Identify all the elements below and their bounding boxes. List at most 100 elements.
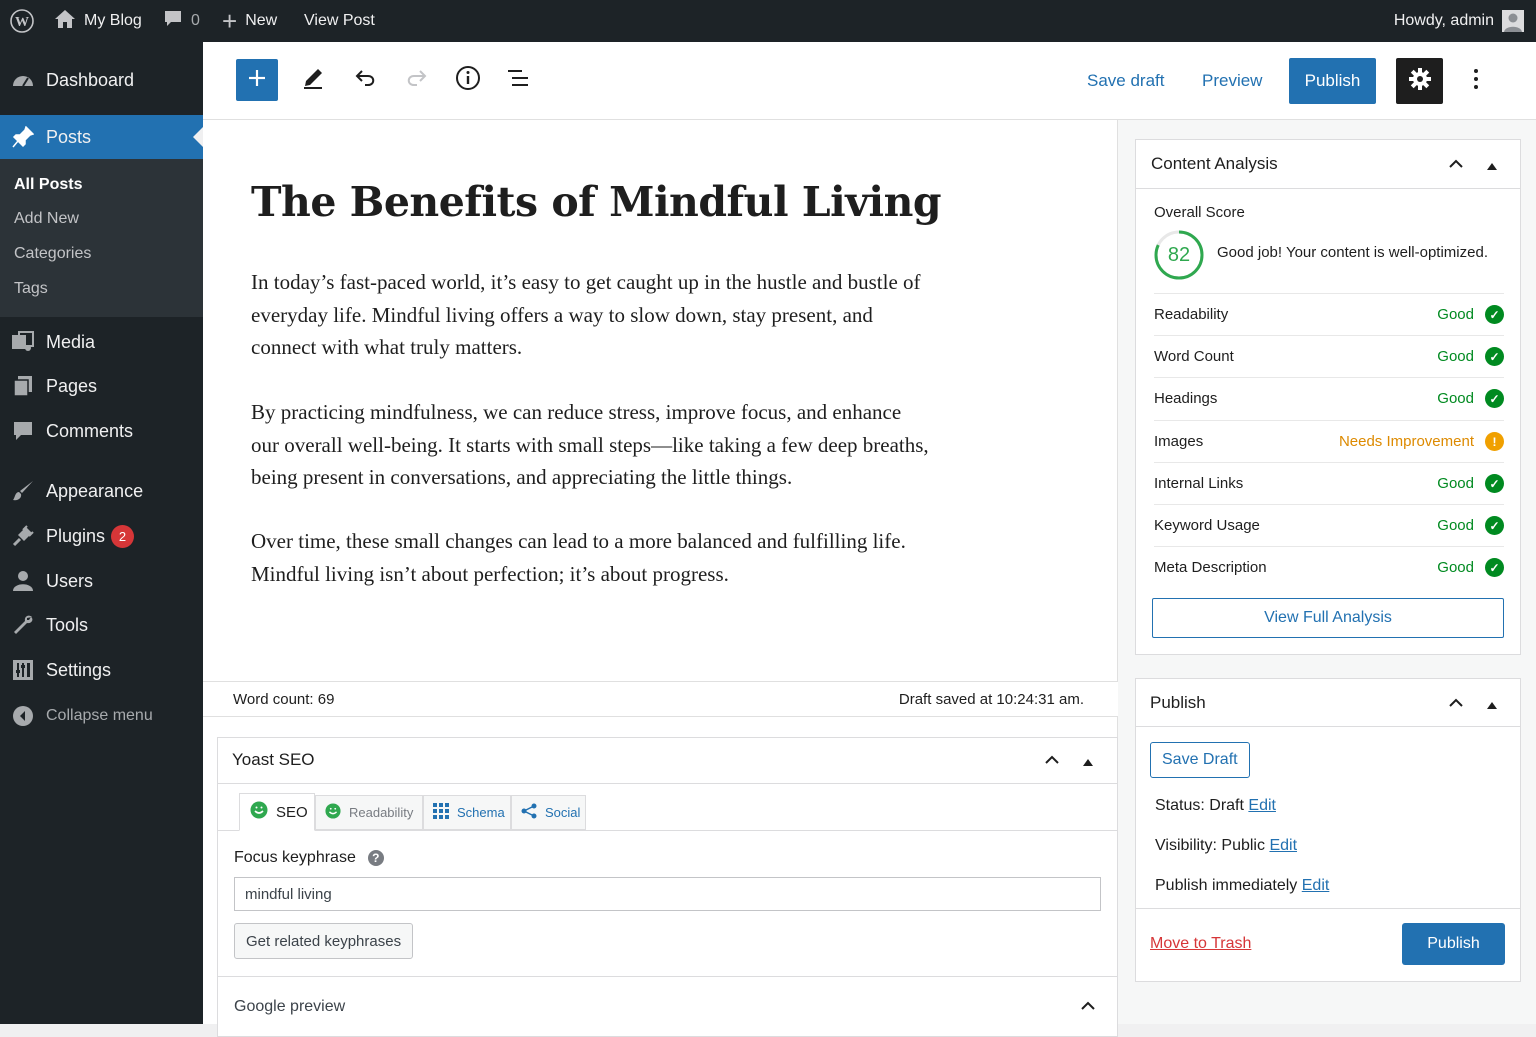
row-status: Good [1437, 475, 1474, 492]
yoast-title: Yoast SEO [232, 750, 315, 769]
save-draft-link[interactable]: Save draft [1087, 62, 1165, 100]
tab-social[interactable]: Social [511, 795, 586, 830]
redo-button[interactable] [399, 62, 435, 98]
row-status: Good [1437, 306, 1474, 323]
chevron-up-icon[interactable] [1044, 752, 1060, 773]
wordpress-logo-icon[interactable]: W [10, 0, 34, 42]
check-icon: ✓ [1485, 305, 1504, 324]
posts-submenu: All Posts Add New Categories Tags [0, 159, 203, 317]
chevron-up-icon[interactable] [1448, 695, 1464, 716]
content-analysis-header[interactable]: Content Analysis [1136, 140, 1520, 189]
post-title[interactable]: The Benefits of Mindful Living [251, 178, 942, 226]
content-analysis-title: Content Analysis [1151, 154, 1278, 173]
details-button[interactable] [450, 62, 486, 98]
chevron-up-icon[interactable] [1448, 156, 1464, 177]
submenu-all-posts[interactable]: All Posts [14, 176, 82, 194]
account-menu[interactable]: Howdy, admin [1394, 0, 1524, 42]
home-icon [54, 9, 76, 34]
list-view-icon [506, 66, 530, 95]
edit-visibility-link[interactable]: Edit [1269, 837, 1297, 854]
move-to-trash-link[interactable]: Move to Trash [1150, 935, 1251, 953]
paragraph-block[interactable]: In today’s fast-paced world, it’s easy t… [251, 266, 931, 364]
publish-panel-title: Publish [1150, 693, 1206, 712]
word-count: Word count: 69 [233, 691, 335, 708]
menu-tools[interactable]: Tools [0, 603, 203, 647]
menu-posts[interactable]: Posts [0, 115, 203, 159]
view-post-link[interactable]: View Post [304, 0, 375, 42]
editor-canvas: The Benefits of Mindful Living In today’… [203, 120, 1118, 1037]
block-inserter-button[interactable] [236, 59, 278, 101]
tab-seo[interactable]: SEO [239, 793, 315, 831]
move-up-icon[interactable] [1486, 697, 1498, 715]
paragraph-block[interactable]: Over time, these small changes can lead … [251, 525, 931, 590]
menu-label: Dashboard [46, 69, 135, 90]
visibility-value: Public [1221, 837, 1265, 854]
yoast-header[interactable]: Yoast SEO [218, 738, 1117, 784]
publish-button[interactable]: Publish [1289, 58, 1376, 104]
menu-plugins[interactable]: Plugins 2 [0, 514, 203, 558]
publish-panel-header[interactable]: Publish [1136, 679, 1520, 727]
publish-label: Publish [1155, 877, 1208, 894]
pencil-icon [301, 66, 325, 95]
focus-keyphrase-label: Focus keyphrase ? [234, 849, 384, 867]
plus-icon: + [222, 6, 238, 36]
list-view-button[interactable] [500, 62, 536, 98]
menu-comments[interactable]: Comments [0, 409, 203, 453]
row-status: Good [1437, 517, 1474, 534]
paragraph-block[interactable]: By practicing mindfulness, we can reduce… [251, 396, 931, 494]
comments-link[interactable]: 0 [163, 0, 200, 42]
admin-bar: W My Blog 0 + New View Post Howdy, admin [0, 0, 1536, 42]
score-message: Good job! Your content is well-optimized… [1217, 244, 1488, 261]
menu-label: Users [46, 570, 94, 591]
menu-settings[interactable]: Settings [0, 648, 203, 692]
publish-button-secondary[interactable]: Publish [1402, 923, 1505, 965]
view-full-analysis-button[interactable]: View Full Analysis [1152, 598, 1504, 638]
analysis-row: Keyword Usage Good ✓ [1154, 504, 1504, 546]
collapse-menu-button[interactable]: Collapse menu [0, 694, 203, 738]
save-draft-button[interactable]: Save Draft [1150, 742, 1250, 778]
google-preview-toggle[interactable]: Google preview [218, 977, 1117, 1037]
row-label: Headings [1154, 390, 1218, 407]
menu-pages[interactable]: Pages [0, 364, 203, 408]
pages-icon [11, 375, 35, 397]
submenu-tags[interactable]: Tags [14, 280, 48, 298]
menu-dashboard[interactable]: Dashboard [0, 58, 203, 102]
edit-schedule-link[interactable]: Edit [1302, 877, 1330, 894]
help-icon[interactable]: ? [367, 850, 384, 866]
menu-appearance[interactable]: Appearance [0, 469, 203, 513]
get-related-keyphrases-button[interactable]: Get related keyphrases [234, 923, 414, 959]
move-up-icon[interactable] [1486, 158, 1498, 176]
menu-users[interactable]: Users [0, 559, 203, 603]
row-label: Internal Links [1154, 475, 1244, 492]
undo-button[interactable] [347, 62, 383, 98]
focus-keyphrase-input[interactable] [234, 877, 1101, 911]
row-status: Good [1437, 348, 1474, 365]
settings-toggle-button[interactable] [1396, 58, 1443, 104]
editor-status-bar: Word count: 69 Draft saved at 10:24:31 a… [203, 681, 1118, 717]
tab-label: Readability [349, 805, 414, 820]
row-status: Good [1437, 559, 1474, 576]
tab-label: Social [545, 805, 581, 820]
menu-label: Appearance [46, 480, 144, 501]
tab-readability[interactable]: Readability [315, 795, 423, 830]
focus-keyphrase-text: Focus keyphrase [234, 849, 356, 866]
move-up-icon[interactable] [1082, 754, 1094, 772]
menu-media[interactable]: Media [0, 320, 203, 364]
menu-label: Tools [46, 614, 89, 635]
submenu-categories[interactable]: Categories [14, 245, 91, 263]
preview-link[interactable]: Preview [1202, 62, 1262, 100]
analysis-row: Internal Links Good ✓ [1154, 462, 1504, 504]
tab-schema[interactable]: Schema [423, 795, 511, 830]
plus-icon [247, 68, 267, 93]
yoast-seo-metabox: Yoast SEO SEO Readability Schema Social [217, 737, 1118, 1037]
new-content-link[interactable]: + New [222, 0, 277, 42]
brush-icon [11, 480, 35, 502]
tools-button[interactable] [295, 62, 331, 98]
check-icon: ✓ [1485, 347, 1504, 366]
edit-status-link[interactable]: Edit [1248, 797, 1276, 814]
collapse-icon [11, 705, 35, 727]
options-menu-button[interactable] [1460, 62, 1492, 100]
users-icon [11, 570, 35, 592]
site-name-link[interactable]: My Blog [54, 0, 142, 42]
submenu-add-new[interactable]: Add New [14, 210, 79, 228]
